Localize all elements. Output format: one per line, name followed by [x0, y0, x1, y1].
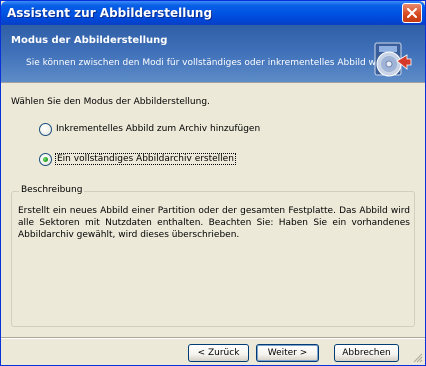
wizard-content: Wählen Sie den Modus der Abbilderstellun…	[1, 84, 425, 336]
option-full-label[interactable]: Ein vollständiges Abbildarchiv erstellen	[55, 153, 236, 165]
description-text: Erstellt ein neues Abbild einer Partitio…	[18, 206, 410, 240]
resize-grip-icon[interactable]	[413, 353, 423, 363]
header-subtitle: Sie können zwischen den Modi für vollstä…	[26, 58, 404, 68]
back-button[interactable]: < Zurück	[188, 344, 249, 362]
title-bar[interactable]: Assistent zur Abbilderstellung	[1, 1, 425, 25]
footer-divider	[1, 337, 425, 339]
close-icon	[407, 8, 417, 18]
option-incremental-label[interactable]: Inkrementelles Abbild zum Archiv hinzufü…	[56, 124, 260, 134]
description-group: Beschreibung Erstellt ein neues Abbild e…	[11, 185, 415, 327]
mode-prompt: Wählen Sie den Modus der Abbilderstellun…	[11, 97, 210, 107]
disk-image-wizard-icon	[374, 42, 412, 77]
next-button[interactable]: Weiter >	[256, 344, 319, 362]
radio-full[interactable]	[39, 152, 52, 166]
header-title: Modus der Abbilderstellung	[11, 35, 168, 46]
window-title: Assistent zur Abbilderstellung	[7, 6, 213, 20]
option-full[interactable]: Ein vollständiges Abbildarchiv erstellen	[39, 152, 236, 166]
option-incremental[interactable]: Inkrementelles Abbild zum Archiv hinzufü…	[39, 122, 260, 136]
description-legend: Beschreibung	[19, 185, 85, 195]
wizard-window: Assistent zur Abbilderstellung Modus der…	[0, 0, 426, 366]
radio-incremental[interactable]	[39, 122, 52, 136]
cancel-button[interactable]: Abbrechen	[334, 344, 399, 362]
close-button[interactable]	[402, 3, 422, 23]
wizard-header: Modus der Abbilderstellung Sie können zw…	[1, 25, 425, 83]
